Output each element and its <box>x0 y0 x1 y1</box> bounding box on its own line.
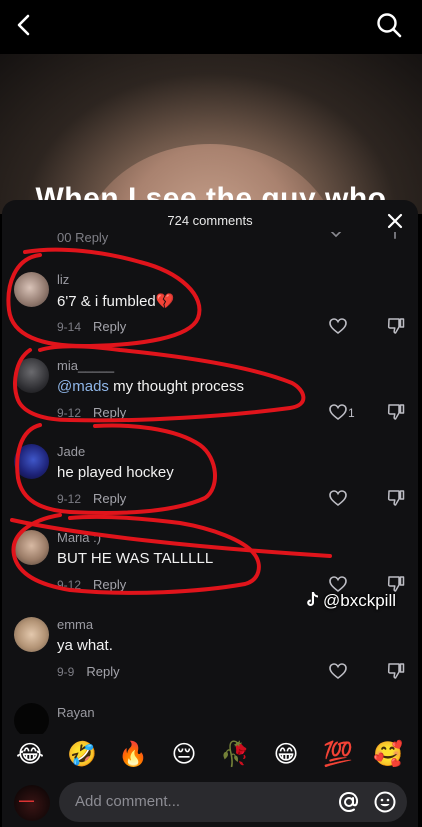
comment-meta: 9-9 Reply <box>57 664 120 679</box>
comment-username[interactable]: liz <box>57 272 69 287</box>
reply-button[interactable]: Reply <box>86 664 119 679</box>
emoji-button[interactable]: 😁 <box>270 740 302 770</box>
heart-icon[interactable] <box>327 232 345 246</box>
comment-item: emma ya what. 9-9 Reply <box>2 611 418 691</box>
comment-text: BUT HE WAS TALLLLL <box>57 550 214 567</box>
comment-username[interactable]: Maria :) <box>57 530 101 545</box>
close-icon[interactable] <box>382 208 408 234</box>
reply-button[interactable]: Reply <box>93 405 126 420</box>
comment-date: 9-12 <box>57 492 82 506</box>
comment-date: 9-14 <box>57 320 82 334</box>
comment-username[interactable]: mia_____ <box>57 358 114 373</box>
tiktok-logo-icon <box>307 592 318 606</box>
top-bar <box>0 0 422 54</box>
comment-item: Rayan <box>2 697 418 734</box>
dislike-icon[interactable] <box>386 661 406 681</box>
dislike-icon[interactable] <box>386 402 406 422</box>
video-player[interactable]: When I see the guy who <box>0 54 422 214</box>
search-icon[interactable] <box>374 10 404 40</box>
current-user-avatar: ▬▬▬ <box>14 785 50 821</box>
mention-at-icon[interactable] <box>337 790 361 814</box>
heart-icon[interactable] <box>328 661 348 681</box>
emoji-button[interactable]: 🥰 <box>372 740 404 770</box>
avatar[interactable] <box>14 530 49 565</box>
comment-username[interactable]: Rayan <box>57 705 95 720</box>
comment-text: @mads my thought process <box>57 378 244 395</box>
comment-meta: 9-12 Reply <box>57 491 126 506</box>
reply-button[interactable]: Reply <box>93 577 126 592</box>
comment-item: mia_____ @mads my thought process 9-12 Re… <box>2 352 418 432</box>
comment-meta: 9-12 Reply <box>57 577 126 592</box>
emoji-button[interactable]: 🤣 <box>66 740 98 770</box>
dislike-icon[interactable] <box>386 232 404 246</box>
comment-username[interactable]: Jade <box>57 444 85 459</box>
avatar[interactable] <box>14 703 49 734</box>
comment-body: 6'7 & i fumbled <box>57 293 156 310</box>
broken-heart-emoji: 💔 <box>155 293 175 310</box>
avatar[interactable] <box>14 617 49 652</box>
avatar-art-icon: ▬▬▬ <box>19 798 34 804</box>
reply-button[interactable]: Reply <box>93 491 126 506</box>
comment-placeholder: Add comment... <box>75 793 181 810</box>
avatar[interactable] <box>14 444 49 479</box>
comment-input-row: ▬▬▬ Add comment... <box>2 780 418 827</box>
comment-body: my thought process <box>108 378 244 395</box>
comment-input[interactable]: Add comment... <box>59 782 407 822</box>
emoji-picker-icon[interactable] <box>373 790 397 814</box>
dislike-icon[interactable] <box>386 488 406 508</box>
comment-username[interactable]: emma <box>57 617 93 632</box>
comment-meta: 9-12 Reply <box>57 405 126 420</box>
peek-meta: 00 Reply <box>57 232 109 245</box>
dislike-icon[interactable] <box>386 316 406 336</box>
emoji-button[interactable]: 💯 <box>322 740 354 770</box>
comment-item: liz 6'7 & i fumbled💔 9-14 Reply <box>2 266 418 346</box>
heart-icon[interactable] <box>328 488 348 508</box>
emoji-button[interactable]: 🥀 <box>219 740 251 770</box>
mention-link[interactable]: @mads <box>57 378 109 395</box>
watermark-handle: @bxckpill <box>323 591 396 610</box>
comment-text: 6'7 & i fumbled💔 <box>57 292 174 310</box>
reply-button[interactable]: Reply <box>93 319 126 334</box>
emoji-button[interactable]: 😔 <box>168 740 200 770</box>
emoji-quick-bar: 😂 🤣 🔥 😔 🥀 😁 💯 🥰 <box>2 734 418 778</box>
comment-item: Jade he played hockey 9-12 Reply <box>2 438 418 518</box>
avatar[interactable] <box>14 272 49 307</box>
back-arrow-icon[interactable] <box>10 10 40 40</box>
previous-comment-peek: 00 Reply <box>2 232 418 248</box>
like-count: 1 <box>348 406 355 420</box>
avatar[interactable] <box>14 358 49 393</box>
tiktok-watermark: @bxckpill <box>305 591 396 611</box>
emoji-button[interactable]: 🔥 <box>117 740 149 770</box>
comment-count: 724 comments <box>167 213 253 228</box>
comment-meta: 9-14 Reply <box>57 319 126 334</box>
comment-text: ya what. <box>57 637 113 654</box>
emoji-button[interactable]: 😂 <box>14 740 46 770</box>
heart-icon[interactable] <box>328 402 348 422</box>
comment-date: 9-9 <box>57 665 75 679</box>
comments-sheet: 724 comments 00 Reply liz 6'7 & i fumble… <box>2 200 418 827</box>
comment-date: 9-12 <box>57 578 82 592</box>
heart-icon[interactable] <box>328 316 348 336</box>
comment-date: 9-12 <box>57 406 82 420</box>
comment-text: he played hockey <box>57 464 174 481</box>
